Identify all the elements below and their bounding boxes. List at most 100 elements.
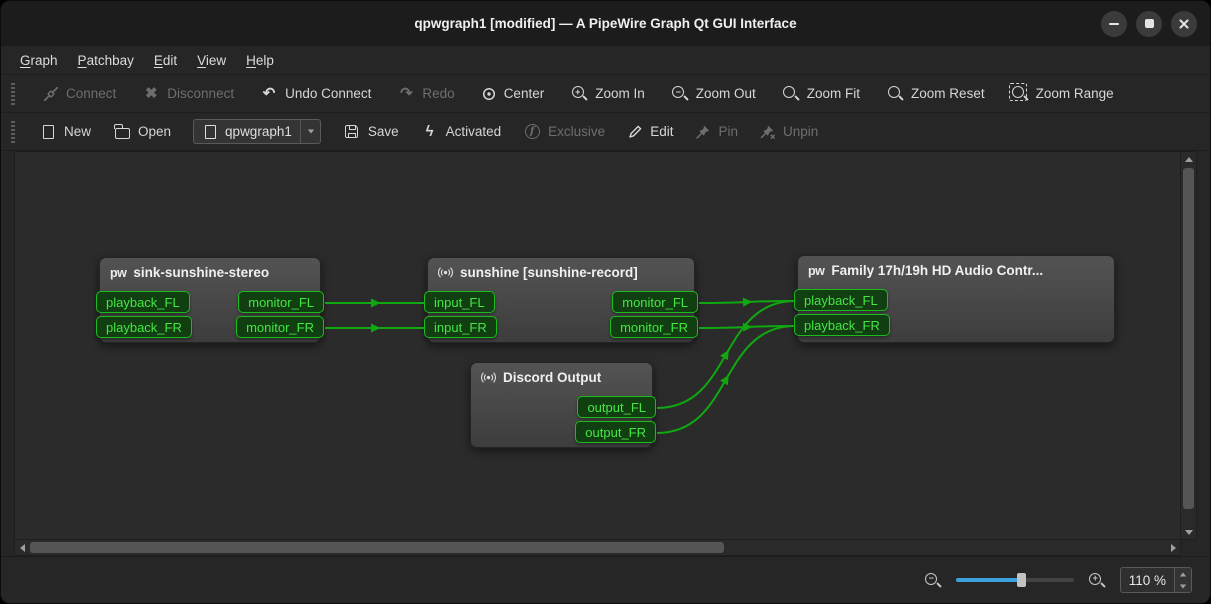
toolbar-button-new[interactable]: New [39, 123, 91, 141]
toolbar-drag-handle[interactable] [11, 83, 15, 105]
zoom-spin-down-button[interactable] [1175, 580, 1191, 592]
minimize-button[interactable] [1101, 11, 1127, 37]
port-monitor_FR[interactable]: monitor_FR [236, 316, 324, 338]
zoom-spinbox[interactable]: 110 % [1120, 567, 1192, 593]
node-header: pwFamily 17h/19h HD Audio Contr... [798, 256, 1114, 278]
port-input_FR[interactable]: input_FR [424, 316, 497, 338]
node-family[interactable]: pwFamily 17h/19h HD Audio Contr... playba… [797, 255, 1115, 343]
port-playback_FR[interactable]: playback_FR [794, 314, 890, 336]
menubar: GraphPatchbayEditViewHelp [1, 46, 1210, 75]
port-playback_FR[interactable]: playback_FR [96, 316, 192, 338]
menu-item-edit[interactable]: Edit [145, 49, 186, 72]
scroll-left-button[interactable] [15, 541, 29, 555]
statusbar: − + 110 % [1, 556, 1210, 603]
spin-down-icon [1180, 584, 1186, 588]
toolbar-button-open[interactable]: Open [113, 123, 171, 141]
zoom-spin-up-button[interactable] [1175, 568, 1191, 580]
toolbar-button-zoom-range[interactable]: Zoom Range [1011, 85, 1114, 103]
horizontal-scrollbar[interactable] [14, 540, 1181, 556]
scroll-down-icon [1185, 530, 1193, 535]
toolbar-button-zoom-fit[interactable]: Zoom Fit [782, 85, 860, 103]
node-discord[interactable]: Discord Output output_FL output_FR [470, 362, 653, 448]
scroll-right-button[interactable] [1166, 541, 1180, 555]
toolbar-button-undo-connect[interactable]: ↶ Undo Connect [260, 85, 371, 103]
port-monitor_FL[interactable]: monitor_FL [238, 291, 324, 313]
node-header: Discord Output [471, 363, 652, 385]
spin-up-icon [1180, 572, 1186, 576]
zoom-out-icon: − [924, 571, 942, 589]
pipewire-icon: pw [110, 266, 126, 280]
connection-arrow-icon [720, 350, 729, 360]
connection-arrow-icon [743, 298, 753, 307]
menu-item-patchbay[interactable]: Patchbay [69, 49, 143, 72]
port-playback_FL[interactable]: playback_FL [96, 291, 190, 313]
undo-icon: ↶ [260, 85, 278, 103]
graph-canvas[interactable]: pwsink-sunshine-stereoplayback_FLplaybac… [14, 151, 1181, 540]
save-icon [343, 123, 361, 141]
toolbar-button-label: Zoom Fit [807, 86, 860, 101]
vertical-scrollbar-thumb[interactable] [1183, 168, 1194, 509]
maximize-button[interactable] [1136, 11, 1162, 37]
vertical-scroll-track[interactable] [1181, 166, 1196, 525]
menu-item-view[interactable]: View [188, 49, 235, 72]
toolbar-drag-handle[interactable] [11, 121, 15, 143]
statusbar-zoom-out-button[interactable]: − [924, 571, 942, 589]
scroll-down-button[interactable] [1181, 525, 1196, 539]
node-header: sunshine [sunshine-record] [428, 258, 694, 280]
toolbar-button-label: Save [368, 124, 399, 139]
node-title: Discord Output [503, 370, 601, 385]
zoom-fit-icon [782, 85, 800, 103]
zoom-slider[interactable] [956, 571, 1074, 589]
toolbar-button-zoom-in[interactable]: +Zoom In [570, 85, 645, 103]
toolbar-button-unpin[interactable]: Unpin [760, 124, 818, 140]
patchbay-combo-value: qpwgraph1 [225, 124, 292, 139]
zoom-reset-icon [886, 85, 904, 103]
connection-sunshine:monitor_FR-to-family:playback_FR[interactable] [699, 326, 795, 328]
audio-source-icon [481, 370, 496, 385]
audio-source-icon [438, 265, 453, 280]
toolbar-button-edit[interactable]: Edit [627, 124, 673, 140]
zoom-value: 110 % [1121, 568, 1174, 592]
node-sink[interactable]: pwsink-sunshine-stereoplayback_FLplaybac… [99, 257, 321, 343]
port-monitor_FR[interactable]: monitor_FR [610, 316, 698, 338]
toolbar-button-connect[interactable]: Connect [43, 86, 116, 102]
port-playback_FL[interactable]: playback_FL [794, 289, 888, 311]
toolbar-button-label: Undo Connect [285, 86, 371, 101]
scroll-up-button[interactable] [1181, 152, 1196, 166]
patchbay-combo[interactable]: qpwgraph1 [193, 119, 321, 144]
disconnect-icon: ✖ [142, 85, 160, 103]
node-sunshine[interactable]: sunshine [sunshine-record] input_FL input_… [427, 257, 695, 343]
menu-item-help[interactable]: Help [237, 49, 283, 72]
toolbar-button-label: Zoom Reset [911, 86, 985, 101]
menu-item-graph[interactable]: Graph [11, 49, 67, 72]
statusbar-zoom-in-button[interactable]: + [1088, 571, 1106, 589]
unpin-icon [760, 124, 776, 140]
zoom-slider-handle[interactable] [1017, 573, 1026, 587]
close-button[interactable] [1171, 11, 1197, 37]
toolbar-button-label: Exclusive [548, 124, 605, 139]
redo-icon: ↷ [397, 85, 415, 103]
toolbar-button-activated[interactable]: ϟActivated [421, 123, 502, 141]
horizontal-scrollbar-thumb[interactable] [30, 542, 724, 553]
toolbar-button-pin[interactable]: Pin [695, 124, 738, 140]
connection-arrow-icon [371, 324, 381, 333]
toolbar-button-save[interactable]: Save [343, 123, 399, 141]
toolbar-button-zoom-reset[interactable]: Zoom Reset [886, 85, 985, 103]
port-output_FR[interactable]: output_FR [575, 421, 656, 443]
toolbar-button-redo[interactable]: ↷Redo [397, 85, 454, 103]
toolbar-button-zoom-out[interactable]: −Zoom Out [671, 85, 756, 103]
toolbar-button-disconnect[interactable]: ✖Disconnect [142, 85, 234, 103]
vertical-scrollbar[interactable] [1181, 151, 1197, 540]
port-output_FL[interactable]: output_FL [577, 396, 656, 418]
toolbar-button-label: Unpin [783, 124, 818, 139]
horizontal-scroll-track[interactable] [29, 540, 1166, 555]
toolbar-button-center[interactable]: Center [481, 86, 545, 102]
toolbar-button-exclusive[interactable]: fExclusive [523, 123, 605, 141]
zoom-out-icon: − [671, 85, 689, 103]
connection-sunshine:monitor_FL-to-family:playback_FL[interactable] [699, 301, 795, 303]
toolbar-patchbay: New Open qpwgraph1 Save ϟActivated fExclusive… [1, 113, 1210, 151]
center-icon [481, 86, 497, 102]
port-input_FL[interactable]: input_FL [424, 291, 495, 313]
port-monitor_FL[interactable]: monitor_FL [612, 291, 698, 313]
window-controls [1101, 11, 1197, 37]
